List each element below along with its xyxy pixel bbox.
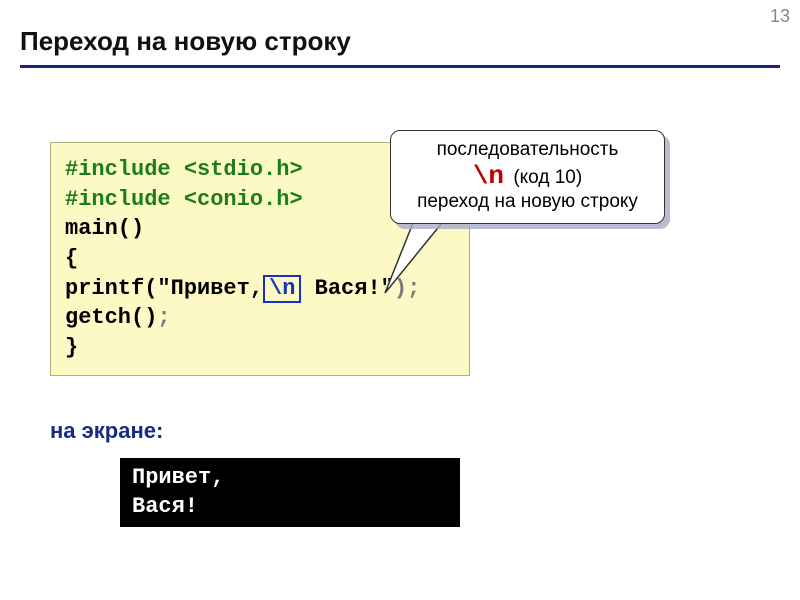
- console-output: Привет, Вася!: [120, 458, 460, 527]
- callout-escape-line: \n (код 10): [401, 161, 654, 191]
- title-divider: [20, 65, 780, 68]
- include-header: <stdio.h>: [184, 157, 303, 182]
- code-brace: {: [65, 244, 455, 274]
- include-header: <conio.h>: [184, 187, 303, 212]
- code-printf-line: printf("Привет,\n Вася!");: [65, 274, 455, 304]
- code-brace: }: [65, 333, 455, 363]
- callout-code-note: (код 10): [513, 167, 582, 188]
- printf-string-part: "Привет,: [157, 276, 263, 301]
- printf-terminator: );: [394, 276, 420, 301]
- getch-call: getch(): [65, 305, 157, 330]
- include-directive: #include: [65, 187, 184, 212]
- printf-string-part: Вася!": [301, 276, 393, 301]
- page-number: 13: [770, 6, 790, 27]
- escape-sequence-box: \n: [263, 275, 301, 303]
- callout-line: переход на новую строку: [401, 191, 654, 213]
- printf-call: printf(: [65, 276, 157, 301]
- code-getch-line: getch();: [65, 303, 455, 333]
- semicolon: ;: [157, 305, 170, 330]
- include-directive: #include: [65, 157, 184, 182]
- callout-box: последовательность \n (код 10) переход н…: [390, 130, 665, 224]
- callout-escape: \n: [473, 161, 508, 191]
- screen-label: на экране:: [50, 418, 163, 444]
- slide-title: Переход на новую строку: [0, 0, 800, 65]
- callout-line: последовательность: [401, 139, 654, 161]
- slide-body: #include <stdio.h> #include <conio.h> ma…: [20, 78, 780, 598]
